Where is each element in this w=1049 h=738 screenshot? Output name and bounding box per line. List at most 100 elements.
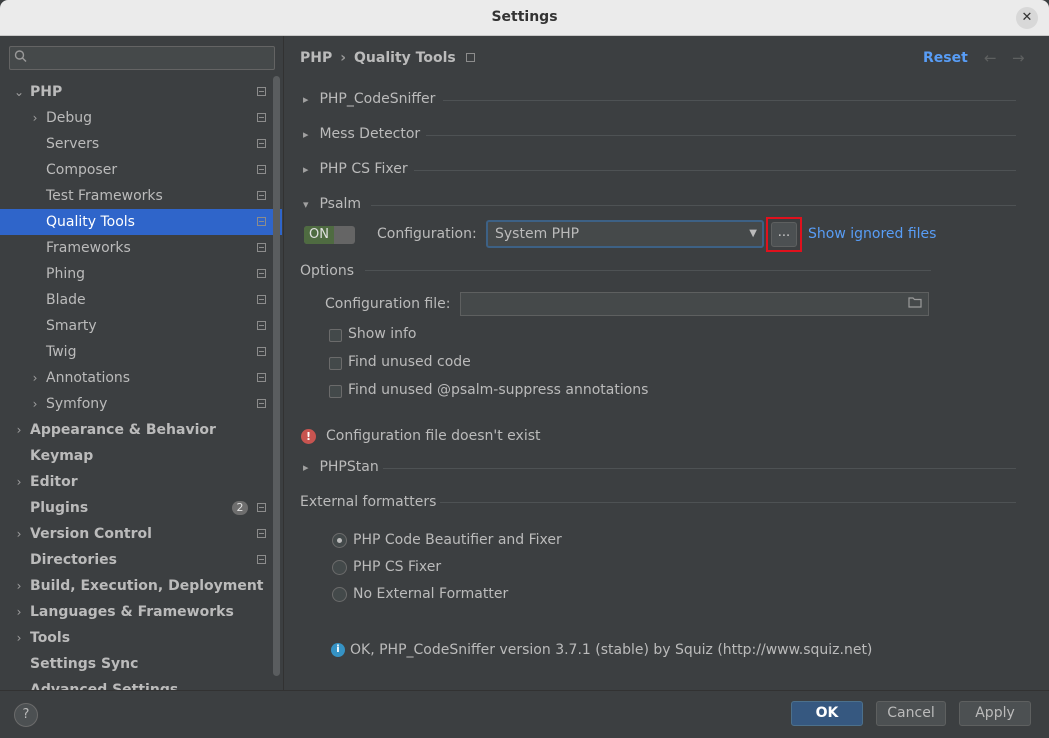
radio-php-code-beautifier[interactable] [332,533,347,548]
divider [443,100,1016,101]
external-formatters-heading: External formatters [300,494,437,510]
sidebar-item-plugins[interactable]: Plugins 2 [0,495,282,521]
configuration-select[interactable]: System PHP ▼ [486,220,764,248]
chevron-right-icon: › [16,423,22,437]
breadcrumb-quality-tools: Quality Tools [354,50,456,66]
dropdown-arrow-icon: ▼ [749,228,757,239]
project-scope-icon [257,139,266,148]
psalm-enabled-toggle[interactable]: ON [304,226,355,244]
show-info-label: Show info [348,326,417,342]
search-input[interactable] [9,46,275,70]
show-ignored-files-link[interactable]: Show ignored files [808,226,936,242]
project-scope-icon [257,165,266,174]
sidebar-item-languages-frameworks[interactable]: › Languages & Frameworks [0,599,282,625]
chevron-right-icon: › [16,605,22,619]
project-scope-icon [257,295,266,304]
section-php-cs-fixer[interactable]: ▸ PHP CS Fixer [303,161,408,177]
sidebar-item-quality-tools[interactable]: Quality Tools [0,209,282,235]
sidebar-item-smarty[interactable]: Smarty [0,313,282,339]
configuration-label: Configuration: [377,226,477,242]
project-scope-icon [257,191,266,200]
section-php-codesniffer[interactable]: ▸ PHP_CodeSniffer [303,91,435,107]
chevron-right-icon: › [16,579,22,593]
browse-configuration-button[interactable]: ... [771,222,797,247]
sidebar-item-advanced-settings[interactable]: Advanced Settings [0,677,282,690]
radio-no-external-formatter-label: No External Formatter [353,586,509,602]
sidebar-item-directories[interactable]: Directories [0,547,282,573]
project-scope-icon [257,529,266,538]
error-icon: ! [301,429,316,444]
project-scope-icon [257,321,266,330]
dialog-footer: ? OK Cancel Apply [0,690,1049,738]
chevron-right-icon: › [32,397,38,411]
show-info-checkbox[interactable] [329,329,342,342]
sidebar-item-symfony[interactable]: › Symfony [0,391,282,417]
project-scope-icon [465,53,475,62]
section-psalm[interactable]: ▾ Psalm [303,196,361,212]
project-scope-icon [257,113,266,122]
sidebar-scrollbar[interactable] [273,76,280,676]
project-scope-icon [257,87,266,96]
sidebar-item-build-execution-deployment[interactable]: › Build, Execution, Deployment [0,573,282,599]
project-scope-icon [257,243,266,252]
sidebar-item-version-control[interactable]: › Version Control [0,521,282,547]
sidebar-item-servers[interactable]: Servers [0,131,282,157]
chevron-down-icon: ▾ [303,198,309,211]
divider [440,502,1016,503]
update-count-badge: 2 [232,501,248,515]
divider [371,205,1016,206]
chevron-right-icon: › [32,111,38,125]
apply-button[interactable]: Apply [959,701,1031,726]
breadcrumb-php[interactable]: PHP [300,50,332,66]
sidebar-item-frameworks[interactable]: Frameworks [0,235,282,261]
content-scrollbar[interactable] [1040,36,1047,690]
radio-no-external-formatter[interactable] [332,587,347,602]
breadcrumb: PHP › Quality Tools [300,50,475,66]
sidebar-item-twig[interactable]: Twig [0,339,282,365]
help-button[interactable]: ? [14,703,38,727]
sidebar-item-blade[interactable]: Blade [0,287,282,313]
sidebar-item-editor[interactable]: › Editor [0,469,282,495]
options-heading: Options [300,263,355,279]
sidebar-item-composer[interactable]: Composer [0,157,282,183]
project-scope-icon [257,347,266,356]
sidebar-item-appearance-behavior[interactable]: › Appearance & Behavior [0,417,282,443]
back-arrow-icon[interactable]: ← [984,49,997,67]
find-unused-suppress-label: Find unused @psalm-suppress annotations [348,382,649,398]
find-unused-suppress-checkbox[interactable] [329,385,342,398]
chevron-right-icon: ▸ [303,93,309,106]
sidebar-item-tools[interactable]: › Tools [0,625,282,651]
reset-link[interactable]: Reset [923,50,968,66]
browse-configuration-button-highlight: ... [766,217,802,252]
close-icon[interactable]: ✕ [1016,7,1038,29]
section-phpstan[interactable]: ▸ PHPStan [303,459,379,475]
sidebar-item-settings-sync[interactable]: Settings Sync [0,651,282,677]
radio-php-code-beautifier-label: PHP Code Beautifier and Fixer [353,532,562,548]
section-mess-detector[interactable]: ▸ Mess Detector [303,126,420,142]
chevron-right-icon: › [16,475,22,489]
sidebar-item-php[interactable]: ⌄ PHP [0,79,282,105]
config-file-input[interactable] [460,292,929,316]
status-message: OK, PHP_CodeSniffer version 3.7.1 (stabl… [350,642,873,658]
title-bar: Settings ✕ [0,0,1049,36]
project-scope-icon [257,373,266,382]
sidebar-item-keymap[interactable]: Keymap [0,443,282,469]
sidebar-item-annotations[interactable]: › Annotations [0,365,282,391]
cancel-button[interactable]: Cancel [876,701,946,726]
sidebar-item-phing[interactable]: Phing [0,261,282,287]
forward-arrow-icon[interactable]: → [1012,49,1025,67]
radio-php-cs-fixer[interactable] [332,560,347,575]
chevron-right-icon: › [32,371,38,385]
settings-sidebar: ⌄ PHP › Debug Servers Composer Test Fram… [0,36,284,690]
project-scope-icon [257,269,266,278]
ok-button[interactable]: OK [791,701,863,726]
chevron-right-icon: ▸ [303,461,309,474]
window-title: Settings [491,9,558,25]
search-icon [14,49,28,66]
sidebar-item-debug[interactable]: › Debug [0,105,282,131]
project-scope-icon [257,217,266,226]
project-scope-icon [257,555,266,564]
folder-icon[interactable] [908,296,922,311]
sidebar-item-test-frameworks[interactable]: Test Frameworks [0,183,282,209]
find-unused-code-checkbox[interactable] [329,357,342,370]
